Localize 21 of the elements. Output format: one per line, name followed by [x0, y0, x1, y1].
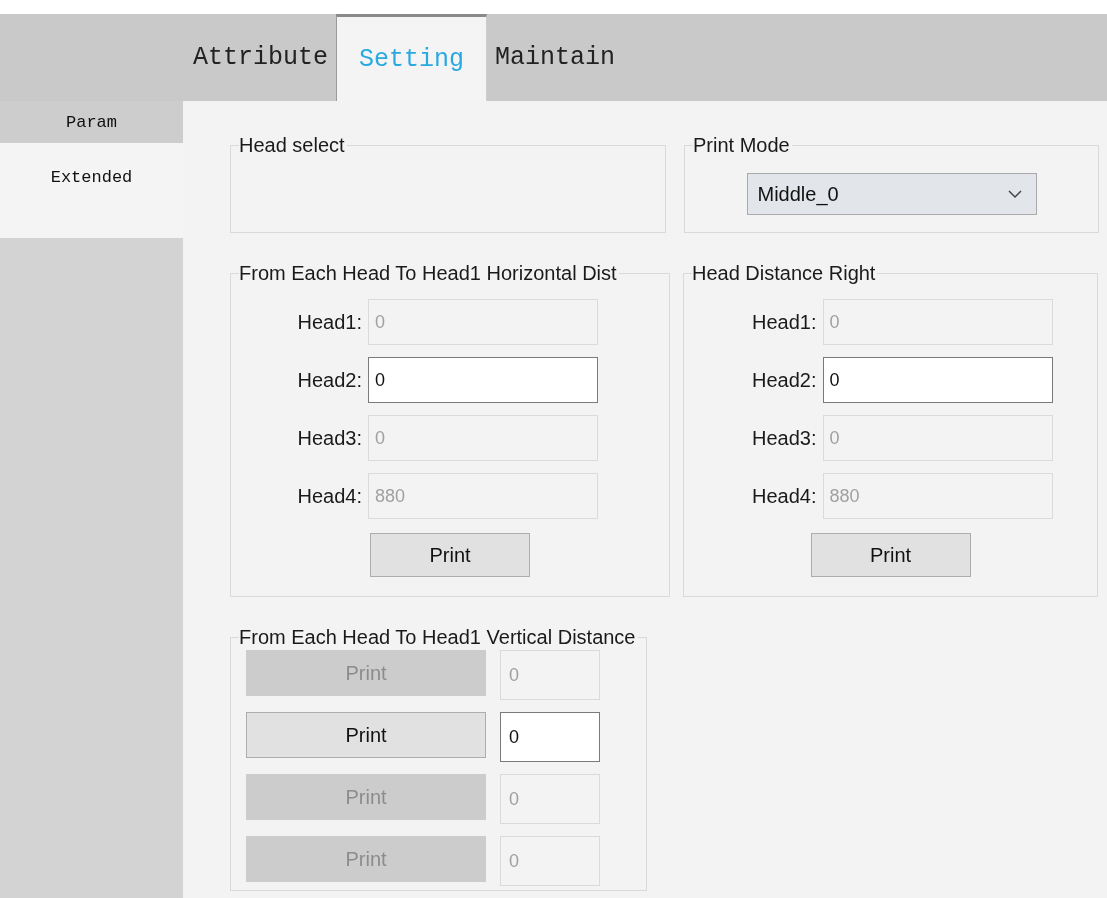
input-field[interactable]: 0 [500, 712, 600, 762]
field-label: Head1: [296, 310, 362, 334]
field-label: Head2: [296, 368, 362, 392]
print-button[interactable]: Print [246, 712, 486, 758]
chevron-down-icon [1007, 189, 1022, 199]
sidebar-item[interactable]: Param [0, 101, 183, 143]
tab[interactable]: Setting [336, 14, 488, 101]
field-label: Head2: [751, 368, 817, 392]
input-field[interactable]: 0 [368, 357, 598, 403]
tab[interactable]: Attribute [185, 14, 337, 101]
print-button[interactable]: Print [370, 533, 530, 577]
sidebar-item[interactable]: Extended [0, 143, 183, 238]
input-field[interactable]: 0 [822, 357, 1053, 403]
field-label: Head4: [296, 484, 362, 508]
field-label: Head3: [296, 426, 362, 450]
field-label: Head4: [751, 484, 817, 508]
field-label: Head1: [751, 310, 817, 334]
tab[interactable]: Maintain [487, 14, 624, 101]
print-button[interactable]: Print [810, 533, 971, 577]
print-mode-dropdown[interactable]: Middle_0 [746, 173, 1037, 215]
field-label: Head3: [751, 426, 817, 450]
